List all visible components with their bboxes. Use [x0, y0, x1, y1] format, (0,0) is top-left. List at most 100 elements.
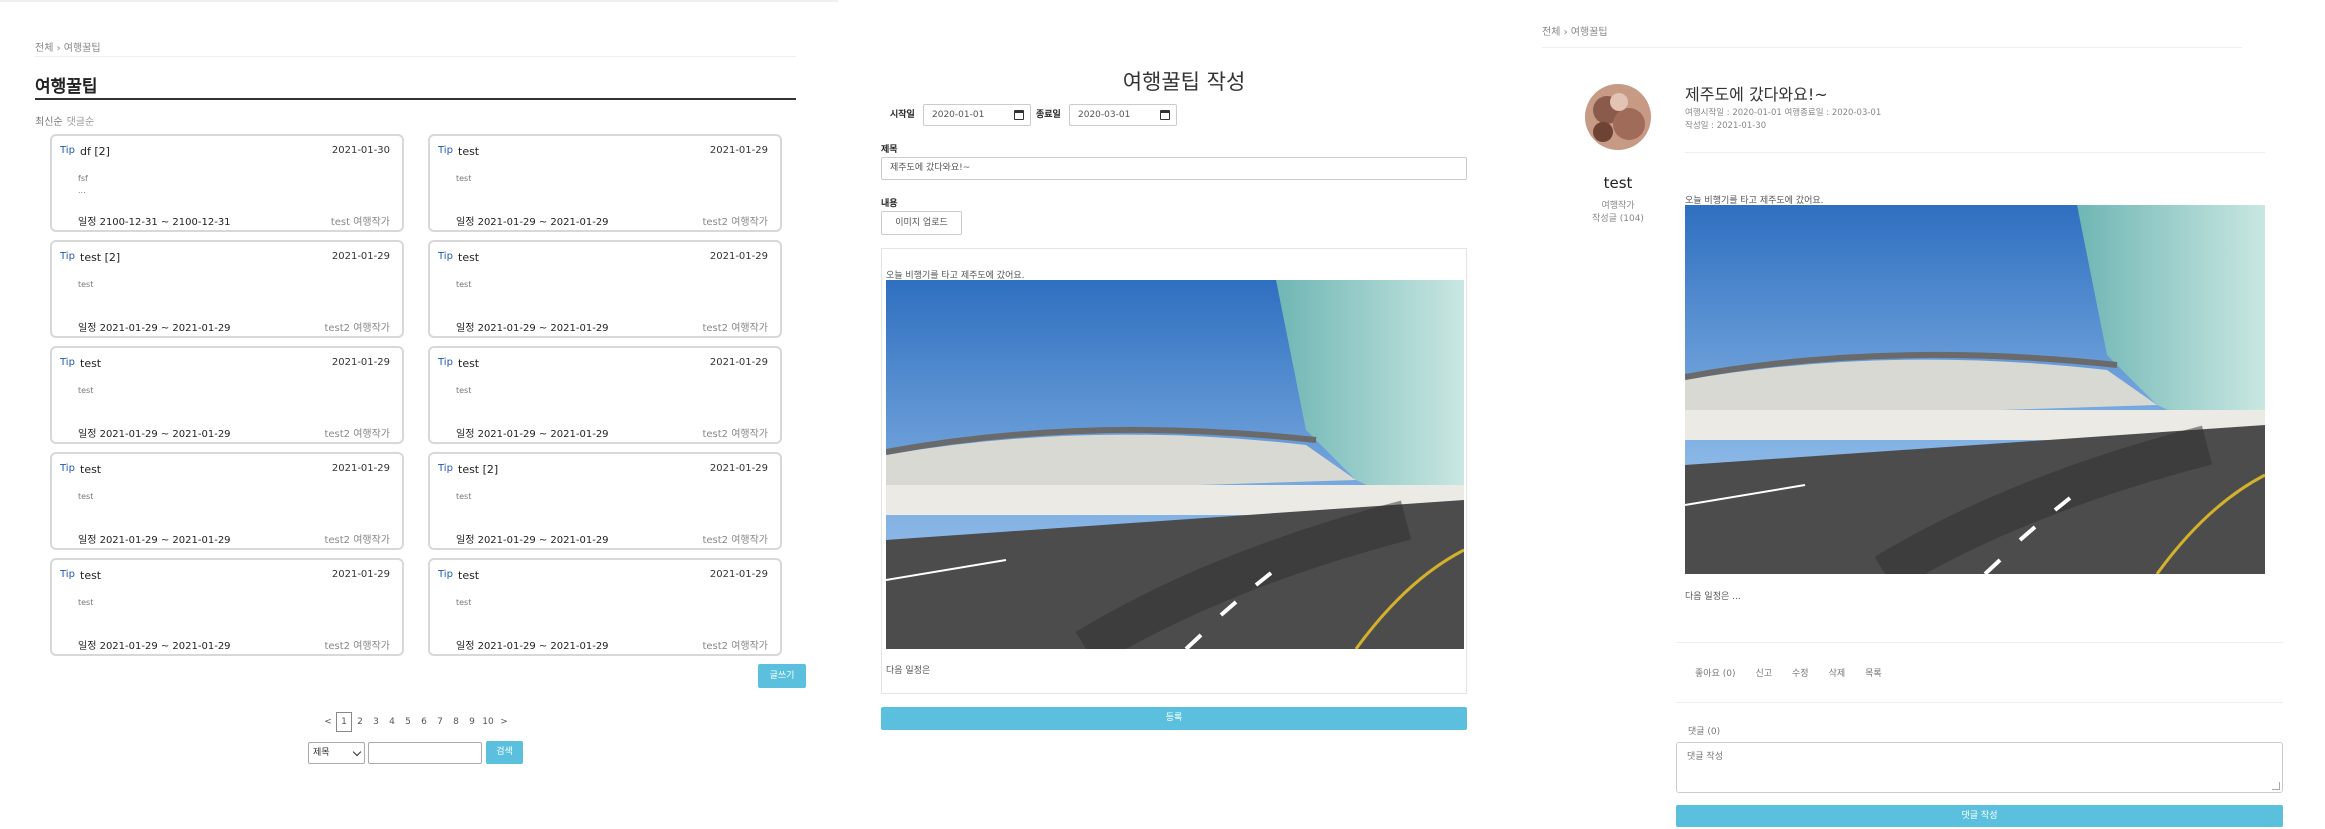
page-2[interactable]: 2	[352, 717, 368, 727]
image-upload-button[interactable]: 이미지 업로드	[881, 211, 962, 235]
calendar-icon[interactable]	[1014, 110, 1024, 120]
page-5[interactable]: 5	[400, 717, 416, 727]
tip-write-panel: 여행꿀팁 작성 시작일 2020-01-01 종료일 2020-03-01 제목…	[838, 0, 1530, 829]
page-7[interactable]: 7	[432, 717, 448, 727]
search-button[interactable]: 검색	[486, 741, 523, 764]
author-info: 여행작가 작성글 (104)	[1530, 200, 1706, 226]
card-body: test	[456, 279, 471, 291]
page-1[interactable]: 1	[336, 712, 352, 732]
divider	[35, 56, 796, 57]
card-body-line: test	[456, 598, 472, 607]
tip-card[interactable]: Tip test 2021-01-29 test 일정 2021-01-29 ~ 202…	[428, 558, 782, 656]
page-9[interactable]: 9	[464, 717, 480, 727]
breadcrumb[interactable]: 전체 › 여행꿀팁	[35, 39, 101, 54]
delete-button[interactable]: 삭제	[1829, 666, 1846, 679]
card-date: 2021-01-29	[331, 463, 390, 474]
tip-card[interactable]: Tip test 2021-01-29 test 일정 2021-01-29 ~ 202…	[50, 558, 404, 656]
tip-badge: Tip	[60, 357, 75, 368]
card-body: test	[78, 491, 93, 503]
tip-badge: Tip	[60, 463, 75, 474]
card-title[interactable]: test	[458, 357, 479, 370]
written-date: 작성일 : 2021-01-30	[1685, 121, 1767, 131]
submit-button[interactable]: 등록	[881, 707, 1467, 730]
card-title[interactable]: test [2]	[80, 251, 120, 264]
card-title[interactable]: test	[458, 145, 479, 158]
card-body-line: test	[78, 280, 94, 289]
like-button[interactable]: 좋아요 (0)	[1695, 666, 1735, 679]
write-button[interactable]: 글쓰기	[758, 664, 806, 688]
card-title[interactable]: test	[458, 251, 479, 264]
tip-card[interactable]: Tip test 2021-01-29 test 일정 2021-01-29 ~ 202…	[428, 240, 782, 338]
content-editor[interactable]: 오늘 비행기를 타고 제주도에 갔어요. 다음 일정은	[881, 248, 1467, 694]
card-title[interactable]: test [2]	[458, 463, 498, 476]
card-body: fsf...	[78, 173, 88, 197]
calendar-icon[interactable]	[1160, 110, 1170, 120]
card-author: test2 여행작가	[702, 217, 768, 228]
page-8[interactable]: 8	[448, 717, 464, 727]
page-6[interactable]: 6	[416, 717, 432, 727]
list-button[interactable]: 목록	[1865, 666, 1882, 679]
card-body-line: fsf	[78, 174, 88, 183]
comment-textarea[interactable]: 댓글 작성	[1676, 742, 2283, 793]
author-name[interactable]: test	[1530, 174, 1706, 192]
tip-list-panel: 전체 › 여행꿀팁 여행꿀팁 최신순 댓글순 Tip df [2] 2021-01-3…	[0, 0, 838, 829]
prev-page-button[interactable]: <	[320, 717, 336, 727]
page-10[interactable]: 10	[480, 717, 496, 727]
card-date: 2021-01-29	[709, 251, 768, 262]
author-avatar	[1585, 84, 1651, 150]
tip-card[interactable]: Tip test 2021-01-29 test 일정 2021-01-29 ~ 202…	[50, 452, 404, 550]
comment-placeholder: 댓글 작성	[1687, 752, 1723, 762]
tip-card[interactable]: Tip test [2] 2021-01-29 test 일정 2021-01-29 ~…	[50, 240, 404, 338]
card-date: 2021-01-29	[331, 569, 390, 580]
tip-card[interactable]: Tip test [2] 2021-01-29 test 일정 2021-01-29 ~…	[428, 452, 782, 550]
search-input[interactable]	[368, 742, 482, 764]
edit-button[interactable]: 수정	[1792, 666, 1809, 679]
card-title[interactable]: test	[458, 569, 479, 582]
card-body: test	[456, 491, 471, 503]
author-post-count[interactable]: 작성글 (104)	[1530, 213, 1706, 226]
search-field-select[interactable]: 제목	[308, 742, 365, 764]
card-title[interactable]: test	[80, 357, 101, 370]
card-author: test 여행작가	[330, 217, 390, 228]
report-button[interactable]: 신고	[1755, 666, 1772, 679]
card-title[interactable]: test	[80, 569, 101, 582]
tip-card[interactable]: Tip df [2] 2021-01-30 fsf... 일정 2100-12-31 ~…	[50, 134, 404, 232]
card-title[interactable]: test	[80, 463, 101, 476]
comment-count: 댓글 (0)	[1688, 727, 1721, 737]
card-author: test2 여행작가	[324, 429, 390, 440]
card-date: 2021-01-29	[331, 251, 390, 262]
card-schedule: 일정 2021-01-29 ~ 2021-01-29	[456, 429, 609, 440]
card-body: test	[456, 173, 471, 185]
tip-card[interactable]: Tip test 2021-01-29 test 일정 2021-01-29 ~ 202…	[50, 346, 404, 444]
breadcrumb[interactable]: 전체 › 여행꿀팁	[1542, 23, 1608, 38]
post-actions: 좋아요 (0) 신고 수정 삭제 목록	[1695, 666, 1882, 679]
sort-latest[interactable]: 최신순	[35, 117, 63, 128]
post-title: 제주도에 갔다와요!~	[1685, 85, 1828, 104]
comment-submit-button[interactable]: 댓글 작성	[1676, 805, 2283, 827]
tip-card[interactable]: Tip test 2021-01-29 test 일정 2021-01-29 ~ 202…	[428, 134, 782, 232]
start-date-input[interactable]: 2020-01-01	[923, 104, 1031, 126]
airport-photo	[886, 280, 1464, 649]
post-content-text: 다음 일정은 ...	[1685, 592, 1741, 602]
page-title: 여행꿀팁 작성	[1122, 70, 1246, 94]
card-author: test2 여행작가	[702, 641, 768, 652]
next-page-button[interactable]: >	[496, 717, 512, 727]
card-date: 2021-01-29	[709, 145, 768, 156]
tip-badge: Tip	[438, 463, 453, 474]
author-role: 여행작가	[1601, 201, 1635, 211]
tip-badge: Tip	[438, 251, 453, 262]
sort-comments[interactable]: 댓글순	[67, 117, 95, 128]
card-title[interactable]: df [2]	[80, 145, 110, 158]
end-date-label: 종료일	[1036, 110, 1061, 120]
card-body-line: test	[456, 386, 472, 395]
end-date-input[interactable]: 2020-03-01	[1069, 104, 1177, 126]
card-body: test	[456, 597, 471, 609]
page-4[interactable]: 4	[384, 717, 400, 727]
post-meta: 여행시작일 : 2020-01-01 여행종료일 : 2020-03-01 작성…	[1685, 107, 1881, 133]
page-3[interactable]: 3	[368, 717, 384, 727]
title-underline	[35, 98, 796, 100]
card-body-line: ...	[78, 186, 86, 195]
resize-handle[interactable]	[2272, 782, 2280, 790]
tip-card[interactable]: Tip test 2021-01-29 test 일정 2021-01-29 ~ 202…	[428, 346, 782, 444]
subject-input[interactable]: 제주도에 갔다와요!~	[881, 157, 1467, 180]
